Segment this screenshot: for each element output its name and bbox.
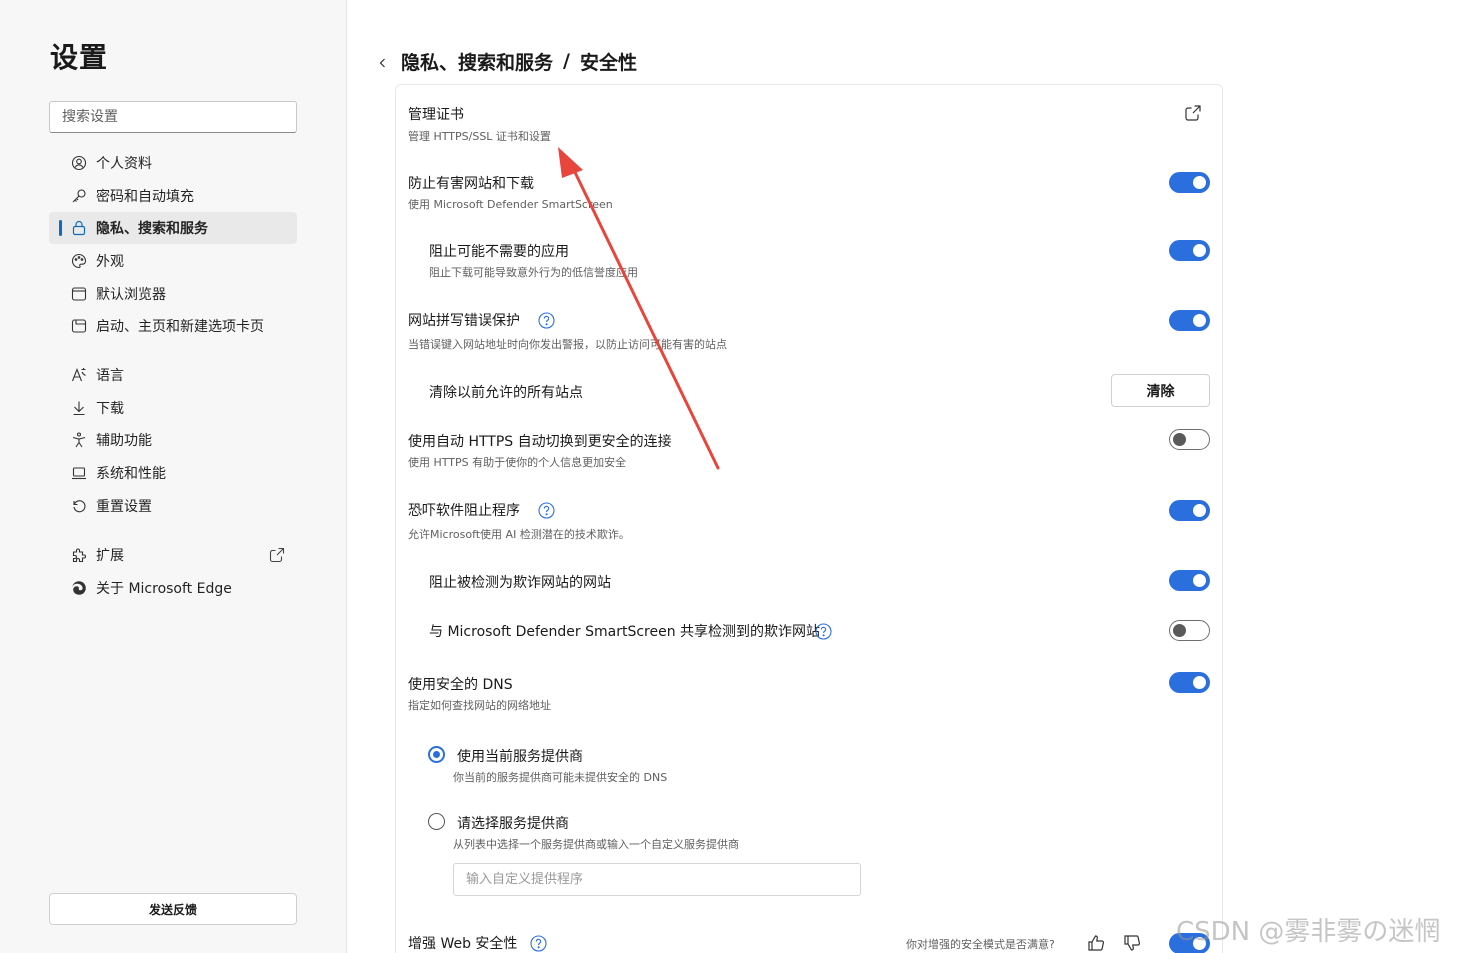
block-scam-sites-toggle[interactable] (1169, 570, 1210, 591)
secure-dns-desc: 指定如何查找网站的网络地址 (408, 699, 551, 712)
nav-item-reset[interactable]: 重置设置 (49, 490, 297, 522)
nav-label: 重置设置 (96, 499, 152, 515)
help-icon[interactable] (530, 935, 547, 952)
help-icon[interactable] (815, 623, 832, 640)
pua-title: 阻止可能不需要的应用 (429, 244, 569, 260)
dns-current-provider-desc: 你当前的服务提供商可能未提供安全的 DNS (453, 771, 668, 784)
nav-item-default-browser[interactable]: 默认浏览器 (49, 278, 297, 310)
key-icon (71, 188, 87, 204)
send-feedback-button[interactable]: 发送反馈 (49, 893, 297, 925)
scareware-blocker-desc: 允许Microsoft使用 AI 检测潜在的技术欺诈。 (408, 528, 630, 541)
nav-item-profile[interactable]: 个人资料 (49, 147, 297, 179)
typo-protection-title: 网站拼写错误保护 (408, 313, 520, 329)
nav-item-passwords[interactable]: 密码和自动填充 (49, 180, 297, 212)
typo-protection-toggle[interactable] (1169, 310, 1210, 331)
sidebar: 设置 个人资料 密码和自动填充 隐私、搜索和服务 外观 默认浏览器 启动、主页和… (0, 0, 347, 953)
breadcrumb-separator: / (563, 50, 570, 72)
pua-desc: 阻止下载可能导致意外行为的低信誉度应用 (429, 266, 638, 279)
dns-choose-provider-title: 请选择服务提供商 (457, 816, 569, 832)
nav-item-about[interactable]: 关于 Microsoft Edge (49, 572, 297, 604)
clear-allowed-sites-title: 清除以前允许的所有站点 (429, 385, 583, 401)
smartscreen-desc: 使用 Microsoft Defender SmartScreen (408, 198, 613, 211)
nav-label: 扩展 (96, 548, 124, 564)
lock-icon (71, 220, 87, 236)
typo-protection-desc: 当错误键入网站地址时向你发出警报，以防止访问可能有害的站点 (408, 338, 727, 351)
external-link-icon[interactable] (1184, 104, 1202, 122)
accessibility-icon (71, 432, 87, 448)
nav-label: 语言 (96, 368, 124, 384)
dns-current-provider-title: 使用当前服务提供商 (457, 749, 583, 765)
nav-label: 个人资料 (96, 156, 152, 172)
secure-dns-toggle[interactable] (1169, 672, 1210, 693)
pua-toggle[interactable] (1169, 240, 1210, 261)
scareware-blocker-title: 恐吓软件阻止程序 (408, 503, 520, 519)
nav-item-languages[interactable]: 语言 (49, 359, 297, 391)
profile-icon (71, 155, 87, 171)
enhanced-security-title: 增强 Web 安全性 (408, 936, 518, 952)
smartscreen-title: 防止有害网站和下载 (408, 176, 534, 192)
breadcrumb: 隐私、搜索和服务 / 安全性 (376, 48, 637, 74)
nav-label: 辅助功能 (96, 433, 152, 449)
clear-button[interactable]: 清除 (1111, 374, 1210, 407)
puzzle-icon (71, 547, 87, 563)
nav-label: 默认浏览器 (96, 287, 166, 303)
help-icon[interactable] (538, 502, 555, 519)
breadcrumb-parent[interactable]: 隐私、搜索和服务 (401, 48, 553, 75)
share-scam-sites-title: 与 Microsoft Defender SmartScreen 共享检测到的欺… (429, 624, 821, 640)
nav-item-accessibility[interactable]: 辅助功能 (49, 424, 297, 456)
home-icon (71, 318, 87, 334)
scareware-blocker-toggle[interactable] (1169, 500, 1210, 521)
smartscreen-toggle[interactable] (1169, 172, 1210, 193)
nav-item-appearance[interactable]: 外观 (49, 245, 297, 277)
enhanced-security-toggle[interactable] (1169, 933, 1210, 953)
nav-label: 下载 (96, 401, 124, 417)
dns-current-provider-radio[interactable] (428, 746, 445, 763)
share-scam-sites-toggle[interactable] (1169, 620, 1210, 641)
laptop-icon (71, 465, 87, 481)
external-link-icon (269, 547, 285, 563)
nav-label: 隐私、搜索和服务 (96, 221, 208, 237)
nav-item-downloads[interactable]: 下载 (49, 392, 297, 424)
nav-item-privacy[interactable]: 隐私、搜索和服务 (49, 212, 297, 244)
reset-icon (71, 498, 87, 514)
nav-label: 密码和自动填充 (96, 189, 194, 205)
auto-https-desc: 使用 HTTPS 有助于使你的个人信息更加安全 (408, 456, 627, 469)
help-icon[interactable] (538, 312, 555, 329)
nav-item-system[interactable]: 系统和性能 (49, 457, 297, 489)
certificates-desc: 管理 HTTPS/SSL 证书和设置 (408, 130, 551, 143)
certificates-title[interactable]: 管理证书 (408, 104, 464, 124)
nav-label: 外观 (96, 254, 124, 270)
security-feedback-question: 你对增强的安全模式是否满意? (906, 938, 1055, 951)
nav-label: 启动、主页和新建选项卡页 (96, 319, 264, 335)
auto-https-title: 使用自动 HTTPS 自动切换到更安全的连接 (408, 434, 672, 450)
thumbs-down-icon[interactable] (1123, 934, 1141, 952)
thumbs-up-icon[interactable] (1087, 934, 1105, 952)
nav-item-startup[interactable]: 启动、主页和新建选项卡页 (49, 310, 297, 342)
custom-provider-input[interactable] (453, 863, 861, 896)
block-scam-sites-title: 阻止被检测为欺诈网站的网站 (429, 575, 611, 591)
language-icon (71, 367, 87, 383)
dns-choose-provider-radio[interactable] (428, 813, 445, 830)
settings-title: 设置 (50, 41, 109, 74)
palette-icon (71, 253, 87, 269)
chevron-left-icon[interactable] (376, 55, 390, 69)
edge-icon (71, 580, 87, 596)
dns-choose-provider-desc: 从列表中选择一个服务提供商或输入一个自定义服务提供商 (453, 838, 739, 851)
nav-label: 关于 Microsoft Edge (96, 581, 232, 597)
browser-icon (71, 286, 87, 302)
download-icon (71, 400, 87, 416)
secure-dns-title: 使用安全的 DNS (408, 677, 513, 693)
auto-https-toggle[interactable] (1169, 429, 1210, 450)
breadcrumb-current: 安全性 (579, 51, 637, 74)
search-settings-input[interactable] (49, 101, 297, 133)
nav-label: 系统和性能 (96, 466, 166, 482)
nav-item-extensions[interactable]: 扩展 (49, 539, 297, 571)
